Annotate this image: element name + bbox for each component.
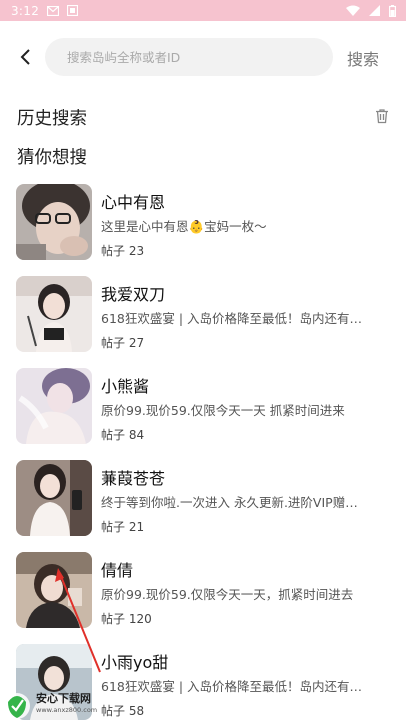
item-posts: 帖子 27 (101, 336, 145, 350)
item-desc: 618狂欢盛宴 | 入岛价格降至最低！岛内还有… (101, 679, 363, 694)
list-item[interactable]: 心中有恩 这里是心中有恩👶宝妈一枚～ 帖子 23 (0, 181, 406, 261)
item-posts: 帖子 120 (101, 612, 152, 626)
avatar (16, 368, 92, 444)
avatar (16, 276, 92, 352)
watermark-url: www.anxz800.com (36, 706, 98, 714)
item-desc: 终于等到你啦.一次进入 永久更新.进阶VIP赠… (101, 495, 358, 510)
search-bar: 搜索 (0, 36, 406, 78)
item-name: 心中有恩 (101, 193, 166, 212)
search-input[interactable] (45, 38, 333, 76)
avatar (16, 184, 92, 260)
item-desc: 原价99.现价59.仅限今天一天 抓紧时间进来 (101, 403, 345, 418)
item-name: 小雨yo甜 (101, 653, 169, 672)
trash-icon[interactable] (374, 108, 390, 124)
item-desc: 原价99.现价59.仅限今天一天，抓紧时间进去 (101, 587, 354, 602)
back-button[interactable] (12, 44, 38, 70)
item-posts: 帖子 84 (101, 428, 145, 442)
item-posts: 帖子 23 (101, 244, 145, 258)
signal-icon (369, 5, 380, 16)
photo-icon (67, 5, 79, 16)
wifi-icon (346, 5, 360, 16)
watermark-logo: 安心下载网 www.anxz800.com (0, 688, 110, 721)
suggest-title: 猜你想搜 (17, 148, 87, 168)
item-name: 我爱双刀 (101, 285, 166, 304)
watermark-text: 安心下载网 (36, 692, 91, 705)
list-item[interactable]: 蒹葭苍苍 终于等到你啦.一次进入 永久更新.进阶VIP赠… 帖子 21 (0, 457, 406, 537)
item-desc: 这里是心中有恩👶宝妈一枚～ (101, 219, 267, 234)
avatar (16, 460, 92, 536)
search-button[interactable]: 搜索 (347, 46, 379, 70)
status-time: 3:12 (11, 3, 40, 18)
list-item[interactable]: 倩倩 原价99.现价59.仅限今天一天，抓紧时间进去 帖子 120 (0, 549, 406, 629)
item-name: 倩倩 (101, 561, 134, 580)
item-posts: 帖子 21 (101, 520, 145, 534)
gmail-icon (47, 5, 60, 16)
chevron-left-icon (20, 49, 30, 65)
list-item[interactable]: 我爱双刀 618狂欢盛宴 | 入岛价格降至最低！岛内还有… 帖子 27 (0, 273, 406, 353)
item-desc: 618狂欢盛宴 | 入岛价格降至最低！岛内还有… (101, 311, 363, 326)
battery-icon (389, 4, 396, 17)
item-name: 蒹葭苍苍 (101, 469, 166, 488)
status-bar: 3:12 (0, 0, 406, 21)
item-name: 小熊酱 (101, 377, 150, 396)
list-item[interactable]: 小熊酱 原价99.现价59.仅限今天一天 抓紧时间进来 帖子 84 (0, 365, 406, 445)
history-title: 历史搜索 (17, 109, 87, 129)
avatar (16, 552, 92, 628)
